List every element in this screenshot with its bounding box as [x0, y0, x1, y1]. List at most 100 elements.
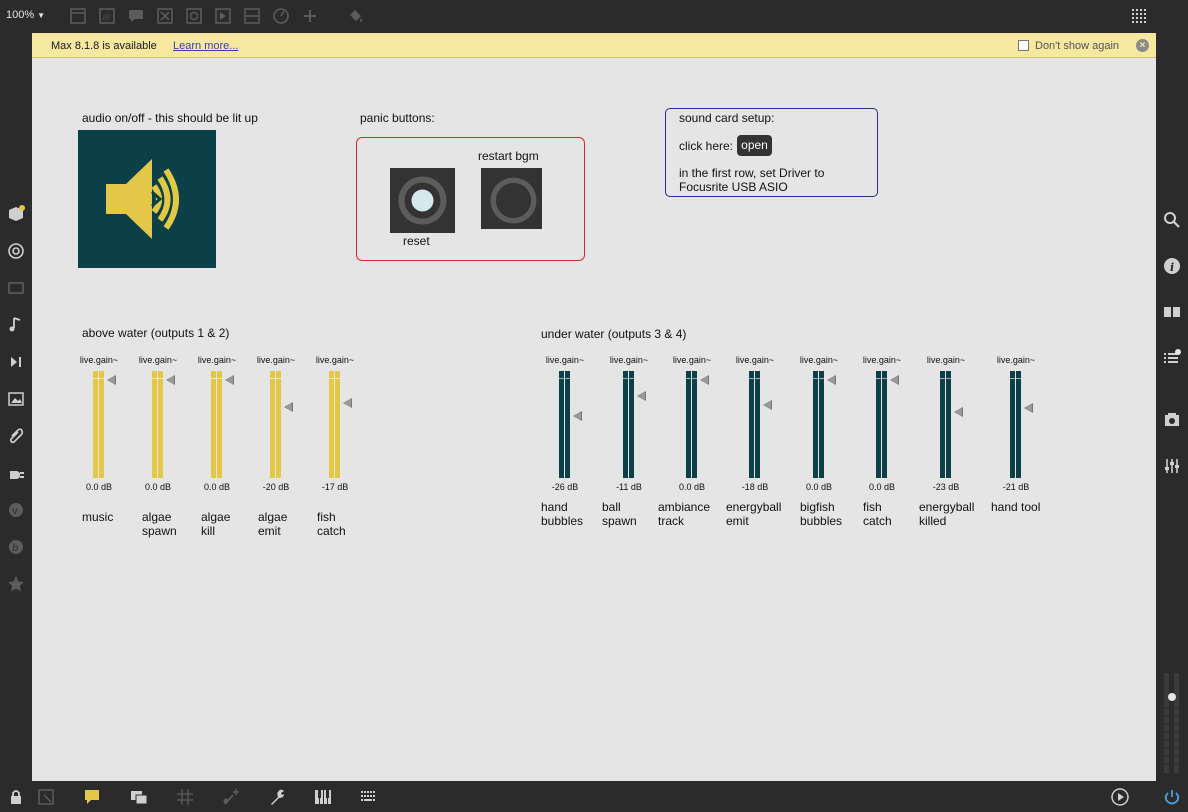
meter-channel [946, 371, 951, 478]
gain-thumb-icon[interactable] [225, 374, 234, 385]
grid-icon[interactable] [175, 787, 195, 807]
caret-icon [220, 26, 226, 39]
gain-thumb-icon[interactable] [700, 374, 709, 385]
add-object-icon[interactable] [301, 7, 319, 25]
gain-thumb-icon[interactable] [573, 410, 582, 421]
book-icon[interactable] [1162, 302, 1182, 322]
gain-slider[interactable]: live.gain~ -17 dB [305, 355, 365, 492]
gain-object-label: live.gain~ [609, 355, 649, 365]
gain-slider[interactable]: live.gain~ -26 dB [535, 355, 595, 492]
gain-value: -18 dB [741, 482, 769, 492]
b-icon[interactable]: b [6, 537, 26, 557]
gain-thumb-icon[interactable] [1024, 403, 1033, 414]
gain-meter [623, 371, 635, 478]
star-icon[interactable] [6, 574, 26, 594]
gain-slider[interactable]: live.gain~ 0.0 dB [662, 355, 722, 492]
meter-channel [276, 371, 281, 478]
info-icon[interactable]: i [1162, 256, 1182, 276]
gain-thumb-icon[interactable] [343, 398, 352, 409]
speaker-icon [106, 159, 179, 239]
comment-toggle-icon[interactable] [82, 787, 102, 807]
audio-comment: audio on/off - this should be lit up [82, 111, 258, 125]
zoom-menu[interactable]: 100% ▼ [6, 9, 45, 21]
gain-slider[interactable]: live.gain~ -11 dB [599, 355, 659, 492]
target-icon[interactable] [6, 241, 26, 261]
power-icon[interactable] [1162, 787, 1182, 807]
gain-thumb-icon[interactable] [763, 400, 772, 411]
windows-icon[interactable] [129, 787, 149, 807]
media-step-icon[interactable] [6, 352, 26, 372]
gain-thumb-icon[interactable] [284, 402, 293, 413]
channel-label-line: fish [317, 510, 336, 524]
gain-slider[interactable]: live.gain~ 0.0 dB [69, 355, 129, 492]
gain-slider[interactable]: live.gain~ 0.0 dB [128, 355, 188, 492]
paperclip-icon[interactable] [6, 426, 26, 446]
caret-icon [191, 26, 197, 39]
channel-label: music [82, 510, 113, 524]
channel-label: hand bubbles [541, 500, 583, 528]
paint-bucket-icon[interactable] [346, 7, 364, 25]
restart-bgm-button[interactable] [481, 168, 542, 229]
gain-slider[interactable]: live.gain~ -21 dB [986, 355, 1046, 492]
new-number-icon[interactable] [214, 7, 232, 25]
gain-meter [152, 371, 164, 478]
lock-icon[interactable] [6, 787, 26, 807]
new-object-icon[interactable] [69, 7, 87, 25]
zero-db-mark [749, 378, 761, 379]
package-icon[interactable] [6, 204, 26, 224]
new-comment-icon[interactable] [127, 7, 145, 25]
svg-text:v: v [12, 506, 18, 517]
new-button-icon[interactable] [156, 7, 174, 25]
gain-thumb-icon[interactable] [107, 374, 116, 385]
gain-value: 0.0 dB [868, 482, 896, 492]
new-dial-icon[interactable] [272, 7, 290, 25]
add-patchcord-icon[interactable] [221, 787, 241, 807]
panic-comment: panic buttons: [360, 111, 435, 125]
new-slider-icon[interactable] [243, 7, 261, 25]
image-icon[interactable] [6, 389, 26, 409]
gain-thumb-icon[interactable] [954, 406, 963, 417]
close-banner-icon[interactable]: × [1136, 39, 1149, 52]
list-icon[interactable] [1162, 348, 1182, 368]
max-patcher-window: 100% ▼ /// v b i Max 8.1.8 is available … [0, 0, 1188, 812]
gain-slider[interactable]: live.gain~ -23 dB [916, 355, 976, 492]
gain-slider[interactable]: live.gain~ 0.0 dB [852, 355, 912, 492]
zero-db-mark [93, 378, 105, 379]
presentation-icon[interactable] [36, 787, 56, 807]
learn-more-link[interactable]: Learn more... [173, 40, 238, 52]
grid-menu-icon[interactable] [1131, 7, 1149, 25]
music-note-icon[interactable] [6, 315, 26, 335]
plug-icon[interactable] [6, 463, 26, 483]
vimeo-icon[interactable]: v [6, 500, 26, 520]
svg-text:///: /// [102, 13, 111, 21]
gain-slider[interactable]: live.gain~ -18 dB [725, 355, 785, 492]
gain-meter [686, 371, 698, 478]
gain-thumb-icon[interactable] [637, 390, 646, 401]
reset-button[interactable] [390, 168, 455, 233]
gain-slider[interactable]: live.gain~ 0.0 dB [789, 355, 849, 492]
gain-thumb-icon[interactable] [827, 374, 836, 385]
gain-slider[interactable]: live.gain~ 0.0 dB [187, 355, 247, 492]
wrench-icon[interactable] [267, 787, 287, 807]
zoom-slider[interactable] [1162, 668, 1182, 778]
play-circle-icon[interactable] [1110, 787, 1130, 807]
camera-icon[interactable] [1162, 410, 1182, 430]
keyboard-icon[interactable] [359, 787, 379, 807]
gain-thumb-icon[interactable] [890, 374, 899, 385]
new-message-icon[interactable]: /// [98, 7, 116, 25]
meter-channel [623, 371, 628, 478]
meter-channel [152, 371, 157, 478]
caret-icon [75, 26, 81, 39]
new-toggle-icon[interactable] [185, 7, 203, 25]
mixer-icon[interactable] [1162, 456, 1182, 476]
audio-toggle[interactable] [78, 130, 216, 268]
gain-slider[interactable]: live.gain~ -20 dB [246, 355, 306, 492]
gain-object-label: live.gain~ [735, 355, 775, 365]
dont-show-checkbox[interactable] [1018, 40, 1029, 51]
piano-icon[interactable] [313, 787, 333, 807]
gain-thumb-icon[interactable] [166, 374, 175, 385]
search-icon[interactable] [1162, 210, 1182, 230]
open-button[interactable]: open [737, 135, 772, 156]
window-icon[interactable] [6, 278, 26, 298]
meter-channel [876, 371, 881, 478]
